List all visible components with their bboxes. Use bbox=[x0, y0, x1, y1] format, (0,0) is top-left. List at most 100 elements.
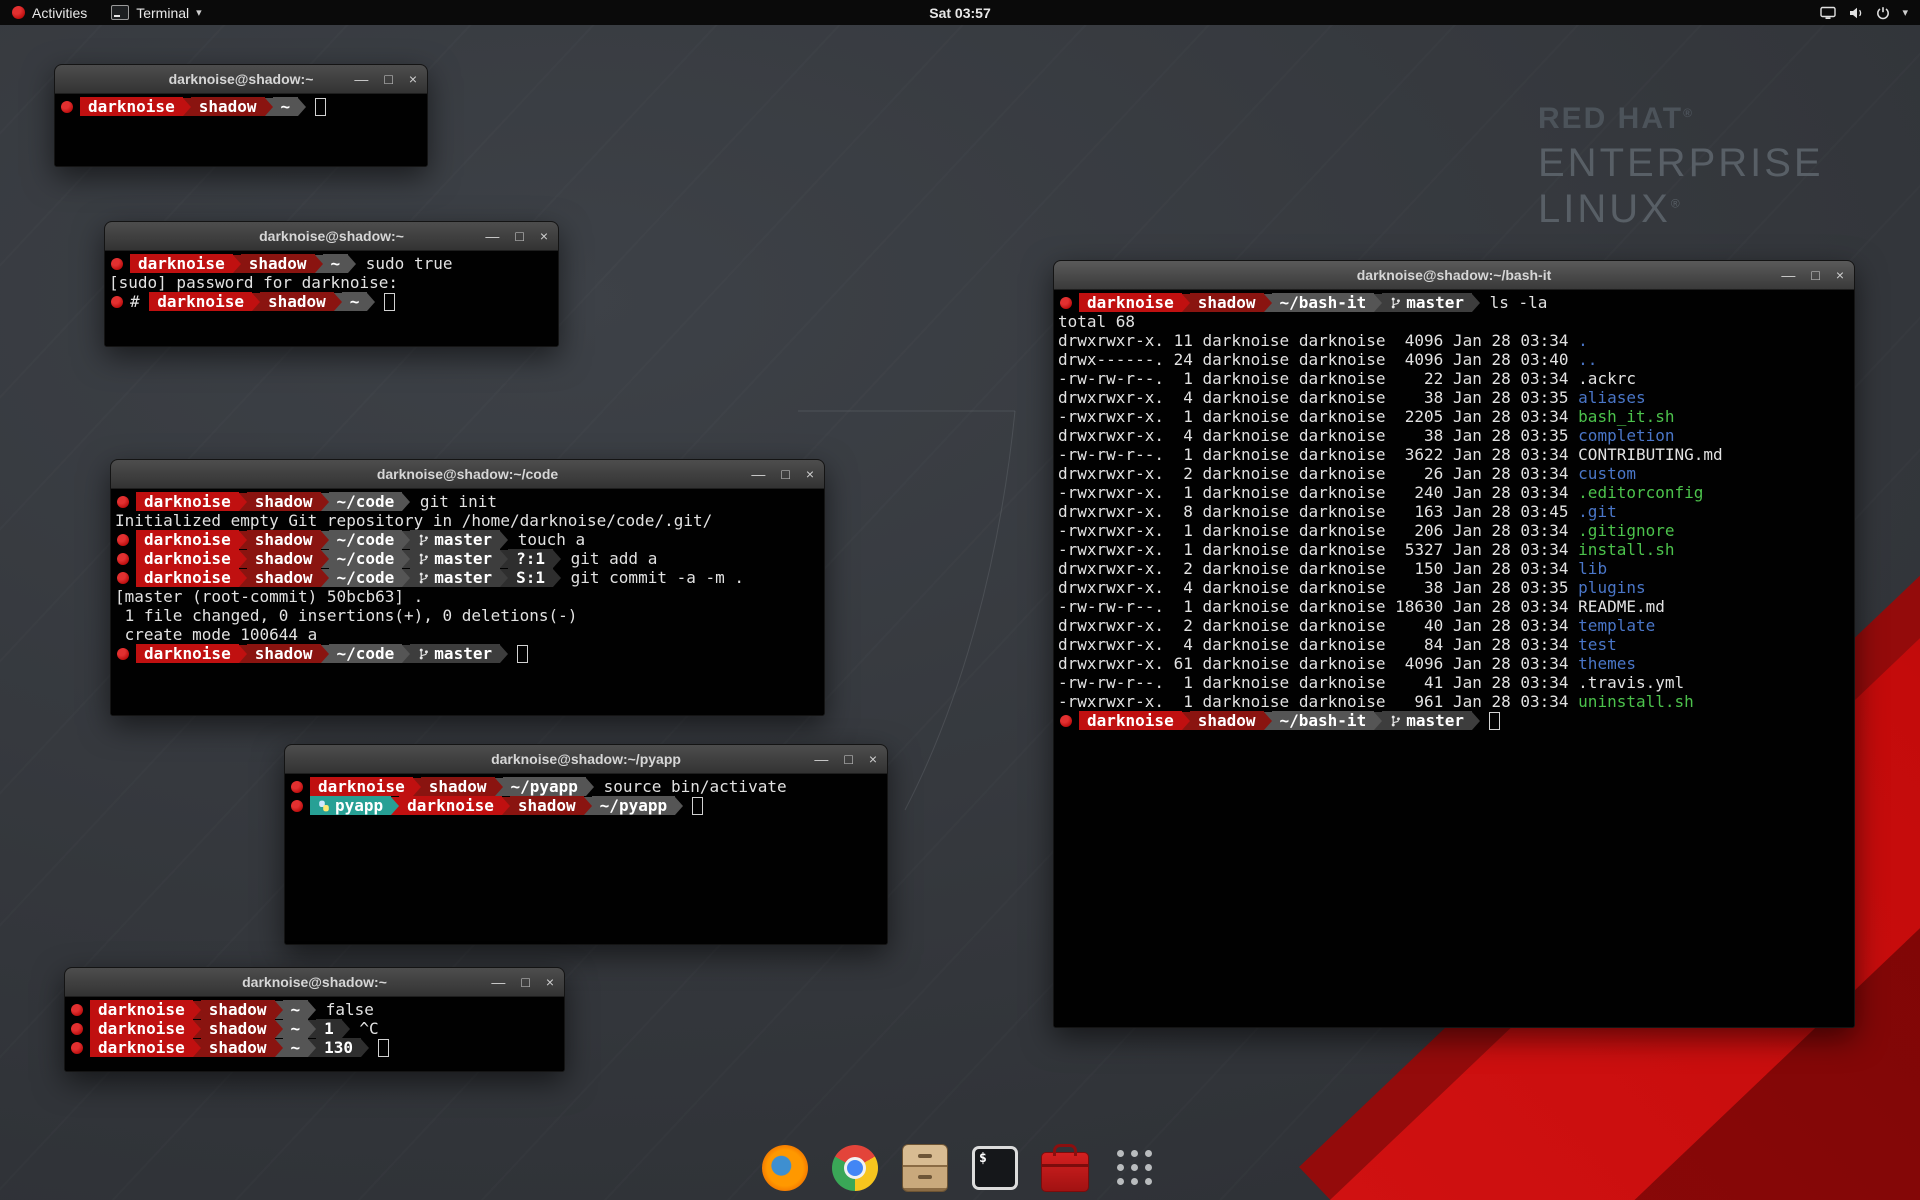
minimize-button[interactable]: — bbox=[814, 752, 828, 766]
volume-icon bbox=[1848, 6, 1864, 20]
prompt-segment-path: ~/code bbox=[329, 568, 403, 587]
powerline-separator bbox=[584, 797, 592, 815]
window-titlebar[interactable]: darknoise@shadow:~/bash-it — □ × bbox=[1054, 261, 1854, 290]
terminal-text: total 68 bbox=[1058, 312, 1135, 331]
prompt-segment-host: shadow bbox=[191, 97, 265, 116]
terminal-line: darknoiseshadow~ bbox=[59, 97, 423, 116]
terminal-line: -rwxrwxr-x. 1 darknoise darknoise 2205 J… bbox=[1058, 407, 1850, 426]
close-button[interactable]: × bbox=[546, 975, 554, 989]
terminal-window-code[interactable]: darknoise@shadow:~/code — □ × darknoises… bbox=[110, 459, 825, 716]
prompt-segment-host: shadow bbox=[247, 530, 321, 549]
close-button[interactable]: × bbox=[540, 229, 548, 243]
terminal-line: darknoiseshadow~/codemaster?:1 git add a bbox=[115, 549, 820, 568]
prompt-segment-path: ~ bbox=[323, 254, 349, 273]
terminal-icon: $ bbox=[972, 1146, 1018, 1190]
git-branch-icon bbox=[418, 571, 429, 585]
powerline-separator bbox=[193, 1020, 201, 1038]
maximize-button[interactable]: □ bbox=[384, 72, 392, 86]
terminal-line: darknoiseshadow~/codemasterS:1 git commi… bbox=[115, 568, 820, 587]
terminal-text: drwxrwxr-x. 2 darknoise darknoise 26 Jan… bbox=[1058, 464, 1578, 483]
window-titlebar[interactable]: darknoise@shadow:~/pyapp — □ × bbox=[285, 745, 887, 774]
minimize-button[interactable]: — bbox=[1781, 268, 1795, 282]
powerline-separator bbox=[1264, 712, 1272, 730]
terminal-window-sudo[interactable]: darknoise@shadow:~ — □ × darknoiseshadow… bbox=[104, 221, 559, 347]
close-button[interactable]: × bbox=[806, 467, 814, 481]
close-button[interactable]: × bbox=[869, 752, 877, 766]
prompt-segment-host: shadow bbox=[510, 796, 584, 815]
window-titlebar[interactable]: darknoise@shadow:~ — □ × bbox=[55, 65, 427, 94]
terminal-text: -rw-rw-r--. 1 darknoise darknoise 3622 J… bbox=[1058, 445, 1723, 464]
clock[interactable]: Sat 03:57 bbox=[929, 5, 990, 21]
dock-files-icon[interactable] bbox=[899, 1142, 951, 1194]
maximize-button[interactable]: □ bbox=[515, 229, 523, 243]
terminal-window-home-1[interactable]: darknoise@shadow:~ — □ × darknoise shadow… bbox=[54, 64, 428, 167]
terminal-window-home-2[interactable]: darknoise@shadow:~ — □ × darknoiseshadow… bbox=[64, 967, 565, 1072]
close-button[interactable]: × bbox=[409, 72, 417, 86]
terminal-text: install.sh bbox=[1578, 540, 1674, 559]
terminal-text: -rwxrwxr-x. 1 darknoise darknoise 240 Ja… bbox=[1058, 483, 1578, 502]
window-titlebar[interactable]: darknoise@shadow:~ — □ × bbox=[65, 968, 564, 997]
terminal-line: drwxrwxr-x. 2 darknoise darknoise 40 Jan… bbox=[1058, 616, 1850, 635]
powerline-separator bbox=[675, 797, 683, 815]
dock-firefox-icon[interactable] bbox=[759, 1142, 811, 1194]
powerline-separator bbox=[239, 531, 247, 549]
prompt-segment-user: darknoise bbox=[136, 530, 239, 549]
desktop: RED HAT® ENTERPRISE LINUX® Activities Te… bbox=[0, 0, 1920, 1200]
prompt-segment-user: darknoise bbox=[80, 97, 183, 116]
powerline-separator bbox=[342, 1020, 350, 1038]
minimize-button[interactable]: — bbox=[491, 975, 505, 989]
minimize-button[interactable]: — bbox=[354, 72, 368, 86]
terminal-content[interactable]: darknoiseshadow~ sudo true[sudo] passwor… bbox=[105, 251, 558, 347]
minimize-button[interactable]: — bbox=[485, 229, 499, 243]
window-titlebar[interactable]: darknoise@shadow:~/code — □ × bbox=[111, 460, 824, 489]
app-menu-terminal[interactable]: Terminal ▾ bbox=[99, 0, 213, 25]
prompt-segment-host: shadow bbox=[247, 644, 321, 663]
maximize-button[interactable]: □ bbox=[521, 975, 529, 989]
gnome-top-bar: Activities Terminal ▾ Sat 03:57 ▾ bbox=[0, 0, 1920, 25]
git-branch-icon bbox=[418, 552, 429, 566]
dock-terminal-icon[interactable]: $ bbox=[969, 1142, 1021, 1194]
activities-button[interactable]: Activities bbox=[0, 0, 99, 25]
dock-show-applications-icon[interactable] bbox=[1109, 1142, 1161, 1194]
terminal-window-bash-it[interactable]: darknoise@shadow:~/bash-it — □ × darknoi… bbox=[1053, 260, 1855, 1028]
terminal-content[interactable]: darknoiseshadow~/pyapp source bin/activa… bbox=[285, 774, 887, 945]
terminal-content[interactable]: darknoiseshadow~ falsedarknoiseshadow~1 … bbox=[65, 997, 564, 1072]
git-branch-icon bbox=[418, 533, 429, 547]
terminal-text: uninstall.sh bbox=[1578, 692, 1694, 711]
terminal-window-pyapp[interactable]: darknoise@shadow:~/pyapp — □ × darknoise… bbox=[284, 744, 888, 945]
terminal-content[interactable]: darknoiseshadow~/bash-itmaster ls -latot… bbox=[1054, 290, 1854, 1028]
window-title: darknoise@shadow:~ bbox=[169, 71, 314, 87]
terminal-text: . bbox=[1578, 331, 1588, 350]
dock-chrome-icon[interactable] bbox=[829, 1142, 881, 1194]
system-status-area[interactable]: ▾ bbox=[1808, 0, 1920, 25]
terminal-cursor bbox=[384, 293, 395, 311]
terminal-line: darknoiseshadow~ false bbox=[69, 1000, 560, 1019]
window-controls: — □ × bbox=[814, 745, 877, 773]
terminal-line: darknoiseshadow~/bash-itmaster bbox=[1058, 711, 1850, 730]
minimize-button[interactable]: — bbox=[751, 467, 765, 481]
close-button[interactable]: × bbox=[1836, 268, 1844, 282]
dock-toolbox-icon[interactable] bbox=[1039, 1142, 1091, 1194]
terminal-content[interactable]: darknoiseshadow~/code git initInitialize… bbox=[111, 489, 824, 716]
maximize-button[interactable]: □ bbox=[844, 752, 852, 766]
powerline-separator bbox=[1472, 294, 1480, 312]
window-titlebar[interactable]: darknoise@shadow:~ — □ × bbox=[105, 222, 558, 251]
terminal-text: drwxrwxr-x. 4 darknoise darknoise 38 Jan… bbox=[1058, 578, 1578, 597]
maximize-button[interactable]: □ bbox=[1811, 268, 1819, 282]
terminal-content[interactable]: darknoiseshadow~ bbox=[55, 94, 427, 167]
terminal-line: darknoiseshadow~/codemaster bbox=[115, 644, 820, 663]
powerline-separator bbox=[553, 550, 561, 568]
fedora-prompt-icon bbox=[111, 258, 123, 270]
activities-label: Activities bbox=[32, 5, 87, 21]
prompt-segment-git: master bbox=[1382, 711, 1472, 730]
powerline-separator bbox=[500, 569, 508, 587]
maximize-button[interactable]: □ bbox=[781, 467, 789, 481]
prompt-segment-user: darknoise bbox=[130, 254, 233, 273]
powerline-separator bbox=[402, 493, 410, 511]
powerline-separator bbox=[275, 1020, 283, 1038]
powerline-separator bbox=[315, 255, 323, 273]
prompt-segment-user: darknoise bbox=[149, 292, 252, 311]
terminal-line: drwxrwxr-x. 2 darknoise darknoise 150 Ja… bbox=[1058, 559, 1850, 578]
terminal-cursor bbox=[378, 1039, 389, 1057]
prompt-segment-git: master bbox=[410, 549, 500, 568]
